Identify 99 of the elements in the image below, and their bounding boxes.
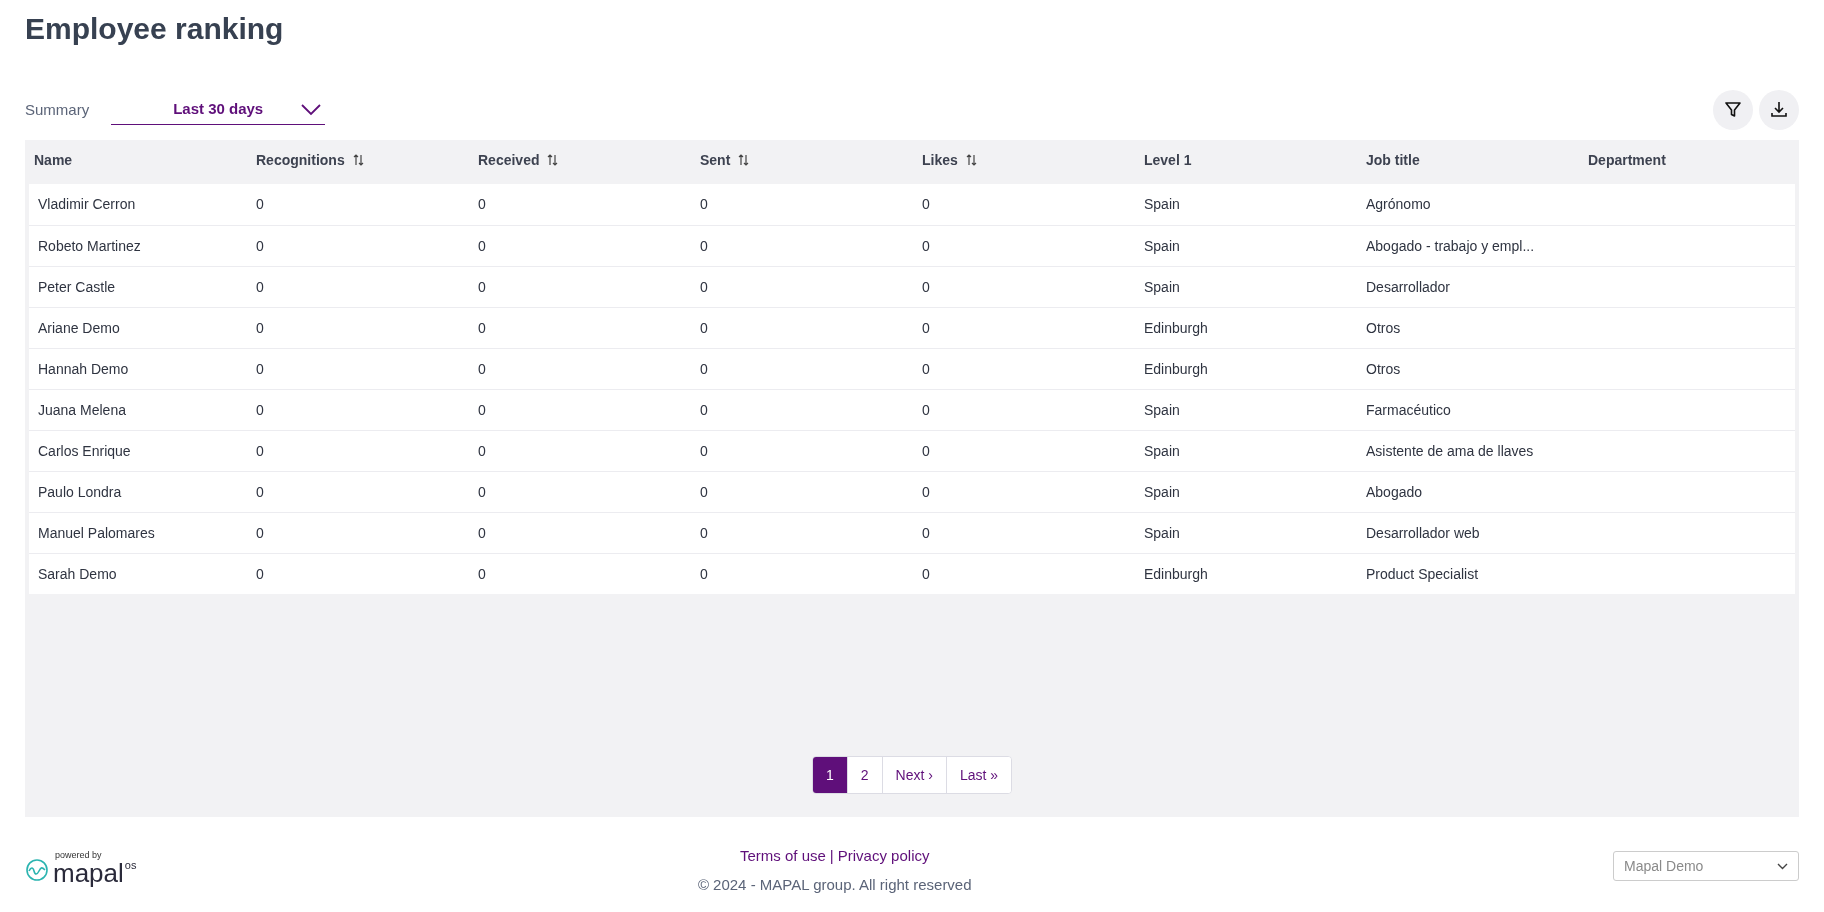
table-cell-text: Product Specialist (1365, 564, 1480, 584)
table-cell-text: 0 (477, 277, 487, 297)
table-cell-text: Spain (1143, 523, 1181, 543)
column-header[interactable]: Recognitions (256, 149, 345, 171)
terms-link[interactable]: Terms of use (740, 845, 826, 868)
table-cell-text: Spain (1143, 441, 1181, 461)
table-cell-text: 0 (921, 195, 931, 214)
copyright-text: © 2024 - MAPAL group. All right reserved (697, 874, 972, 895)
column-header: Name (34, 150, 73, 170)
table-cell-text: 0 (255, 523, 265, 543)
table-cell-text: 0 (477, 400, 487, 420)
table-cell-text: Desarrollador (1365, 277, 1452, 297)
table-cell-text: 0 (699, 564, 709, 584)
sort-icon[interactable] (352, 153, 364, 167)
column-header: Job title (1366, 150, 1420, 170)
table-cell-text: 0 (699, 400, 709, 420)
table-cell-text: 0 (921, 523, 931, 543)
table-cell-text: 0 (921, 441, 931, 461)
table-cell-text: 0 (477, 195, 487, 214)
column-header[interactable]: Sent (700, 149, 731, 171)
table-cell-text: 0 (921, 482, 931, 502)
employee-name: Vladimir Cerron (37, 195, 137, 214)
table-cell-text: Edinburgh (1143, 359, 1209, 379)
table-cell-text: 0 (699, 236, 709, 256)
wave-icon (25, 858, 49, 882)
employee-name: Paulo Londra (37, 482, 123, 502)
page-button[interactable]: Last » (945, 757, 1012, 793)
filter-icon (1723, 100, 1743, 120)
table-cell-text: 0 (921, 277, 931, 297)
table-cell-text: 0 (477, 441, 487, 461)
table-cell-text: 0 (699, 523, 709, 543)
table-cell-text: 0 (477, 482, 487, 502)
table-cell-text: Spain (1143, 277, 1181, 297)
employee-name: Manuel Palomares (37, 523, 156, 543)
employee-name: Peter Castle (37, 277, 117, 297)
employee-name: Sarah Demo (37, 564, 118, 584)
table-cell-text: Spain (1143, 195, 1181, 214)
table-cell-text: 0 (699, 318, 709, 338)
table-cell-text: 0 (921, 564, 931, 584)
table-cell-text: 0 (477, 523, 487, 543)
sort-icon[interactable] (738, 153, 750, 167)
page-button[interactable]: 1 (812, 757, 847, 793)
chevron-down-icon (1777, 862, 1788, 870)
table-cell-text: 0 (477, 359, 487, 379)
sort-icon[interactable] (547, 153, 559, 167)
download-icon (1769, 100, 1789, 120)
table-cell-text: 0 (921, 318, 931, 338)
table-cell-text: 0 (477, 236, 487, 256)
table-cell-text: 0 (255, 277, 265, 297)
column-header: Level 1 (1144, 150, 1192, 170)
table-cell-text: 0 (255, 359, 265, 379)
table-cell-text: Agrónomo (1365, 195, 1432, 214)
table-cell-text: Otros (1365, 359, 1402, 379)
employee-name: Carlos Enrique (37, 441, 132, 461)
table-cell-text: 0 (255, 400, 265, 420)
table-cell-text: Asistente de ama de llaves (1365, 441, 1535, 461)
table-cell-text: Spain (1143, 400, 1181, 420)
table-cell-text: 0 (699, 359, 709, 379)
account-select[interactable]: Mapal Demo (1613, 851, 1799, 881)
table-cell-text: 0 (255, 482, 265, 502)
table-cell-text: Farmacéutico (1365, 400, 1452, 420)
table-cell-text: 0 (699, 195, 709, 214)
column-header[interactable]: Received (478, 149, 540, 171)
table-cell-text: 0 (255, 564, 265, 584)
employee-name: Ariane Demo (37, 318, 121, 338)
table-cell-text: 0 (255, 441, 265, 461)
table-cell-text: 0 (921, 359, 931, 379)
table-cell-text: Spain (1143, 482, 1181, 502)
table-cell-text: 0 (477, 564, 487, 584)
table-cell-text: Spain (1143, 236, 1181, 256)
chevron-down-icon (301, 104, 322, 116)
table-cell-text: 0 (255, 236, 265, 256)
table-cell-text: 0 (699, 482, 709, 502)
table-cell-text: 0 (921, 236, 931, 256)
employee-name: Juana Melena (37, 400, 127, 420)
table-cell-text: Abogado (1365, 482, 1424, 502)
column-header: Department (1588, 150, 1666, 170)
table-cell-text: 0 (699, 441, 709, 461)
privacy-link[interactable]: Privacy policy (837, 845, 930, 868)
table-cell-text: Edinburgh (1143, 318, 1209, 338)
table-cell-text: Abogado - trabajo y empl... (1365, 236, 1536, 256)
download-button[interactable] (1759, 90, 1799, 130)
employee-name: Hannah Demo (37, 359, 130, 379)
table-cell-text: 0 (477, 318, 487, 338)
table-cell-text: 0 (255, 195, 265, 214)
table-cell-text: 0 (921, 400, 931, 420)
table-cell-text: 0 (255, 318, 265, 338)
table-cell-text: Desarrollador web (1365, 523, 1481, 543)
employee-name: Robeto Martinez (37, 236, 142, 256)
period-dropdown[interactable]: Last 30 days (111, 95, 326, 125)
sort-icon[interactable] (965, 153, 977, 167)
column-header[interactable]: Likes (922, 149, 958, 171)
table-cell-text: Otros (1365, 318, 1402, 338)
filter-button[interactable] (1713, 90, 1753, 130)
summary-label: Summary (25, 99, 90, 120)
table-cell-text: 0 (699, 277, 709, 297)
table-cell-text: Edinburgh (1143, 564, 1209, 584)
page-title: Employee ranking (25, 11, 285, 47)
link-separator: | (829, 846, 834, 866)
